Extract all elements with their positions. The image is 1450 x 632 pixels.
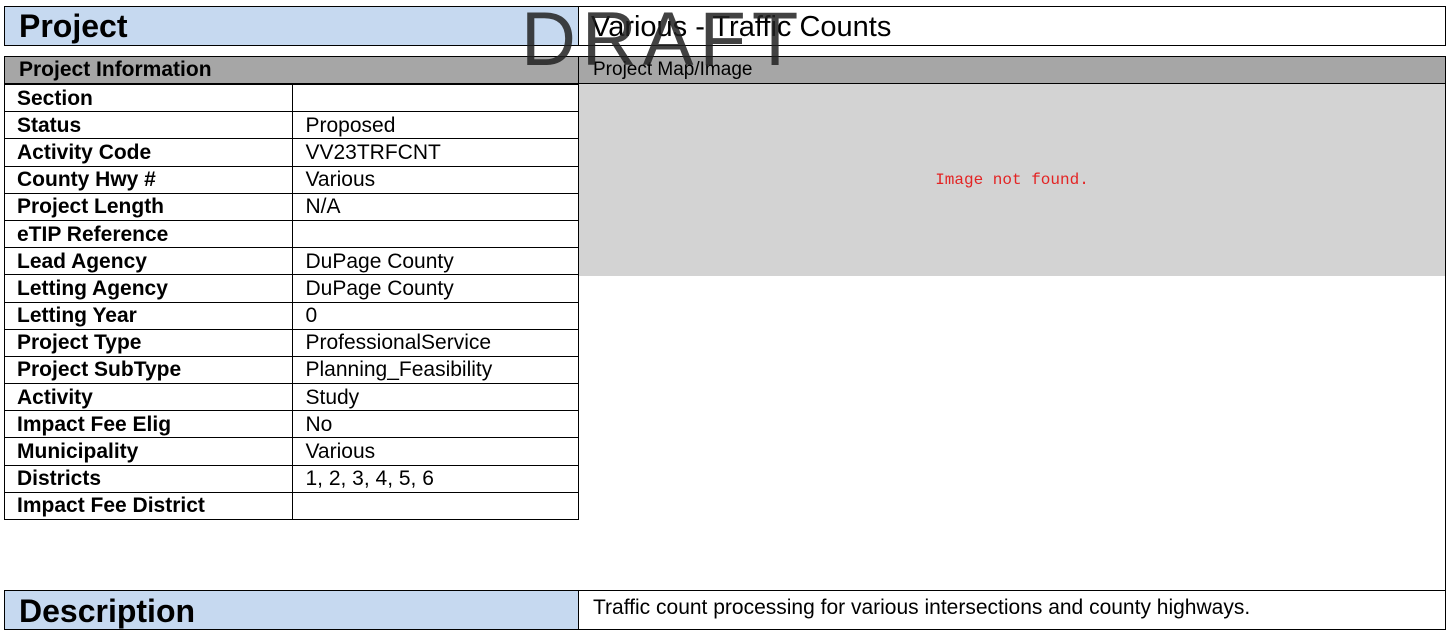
- field-label: Impact Fee Elig: [3, 410, 294, 439]
- field-value: [292, 219, 579, 249]
- info-row: Status Proposed: [3, 111, 579, 140]
- field-label: Project Length: [3, 192, 294, 221]
- field-label: Status: [3, 111, 294, 140]
- project-sheet: Project Various - Traffic Counts Project…: [0, 0, 1450, 632]
- field-label: Districts: [3, 464, 294, 493]
- info-row: Letting Year 0: [3, 301, 579, 330]
- field-label: Impact Fee District: [3, 491, 294, 521]
- project-map-image: Image not found.: [579, 84, 1446, 276]
- info-row: Impact Fee District: [3, 491, 579, 521]
- field-value: [292, 491, 579, 521]
- field-label: County Hwy #: [3, 165, 294, 194]
- field-label: Letting Year: [3, 301, 294, 330]
- description-text: Traffic count processing for various int…: [579, 590, 1446, 630]
- info-row: County Hwy # Various: [3, 165, 579, 194]
- field-value: DuPage County: [292, 274, 579, 303]
- field-label: Section: [3, 83, 294, 113]
- image-not-found-message: Image not found.: [935, 171, 1089, 189]
- info-row: Activity Study: [3, 383, 579, 412]
- info-row: Districts 1, 2, 3, 4, 5, 6: [3, 464, 579, 493]
- project-information-header: Project Information: [4, 56, 579, 84]
- field-value: 1, 2, 3, 4, 5, 6: [292, 464, 579, 493]
- field-value: Planning_Feasibility: [292, 355, 579, 385]
- field-value: Various: [292, 165, 579, 194]
- field-value: Various: [292, 437, 579, 466]
- info-row: Project Type ProfessionalService: [3, 328, 579, 357]
- field-label: eTIP Reference: [3, 219, 294, 249]
- field-value: No: [292, 410, 579, 439]
- field-label: Project Type: [3, 328, 294, 357]
- field-label: Project SubType: [3, 355, 294, 385]
- field-value: DuPage County: [292, 247, 579, 276]
- field-label: Activity Code: [3, 138, 294, 167]
- project-title: Various - Traffic Counts: [579, 6, 1446, 46]
- map-empty-area: [579, 276, 1446, 590]
- info-row: eTIP Reference: [3, 219, 579, 249]
- project-label: Project: [4, 6, 579, 46]
- field-value: [292, 83, 579, 113]
- field-value: Study: [292, 383, 579, 412]
- field-label: Letting Agency: [3, 274, 294, 303]
- info-row: Activity Code VV23TRFCNT: [3, 138, 579, 167]
- field-value: VV23TRFCNT: [292, 138, 579, 167]
- info-row: Project SubType Planning_Feasibility: [3, 355, 579, 385]
- info-row: Letting Agency DuPage County: [3, 274, 579, 303]
- field-label: Municipality: [3, 437, 294, 466]
- info-row: Municipality Various: [3, 437, 579, 466]
- field-label: Lead Agency: [3, 247, 294, 276]
- info-row: Impact Fee Elig No: [3, 410, 579, 439]
- info-row: Lead Agency DuPage County: [3, 247, 579, 276]
- field-label: Activity: [3, 383, 294, 412]
- project-info-table: Section Status Proposed Activity Code VV23TR…: [3, 83, 579, 521]
- project-map-header: Project Map/Image: [579, 56, 1446, 84]
- field-value: Proposed: [292, 111, 579, 140]
- field-value: 0: [292, 301, 579, 330]
- field-value: N/A: [292, 192, 579, 221]
- description-label: Description: [4, 590, 579, 630]
- info-row: Project Length N/A: [3, 192, 579, 221]
- info-row: Section: [3, 83, 579, 113]
- field-value: ProfessionalService: [292, 328, 579, 357]
